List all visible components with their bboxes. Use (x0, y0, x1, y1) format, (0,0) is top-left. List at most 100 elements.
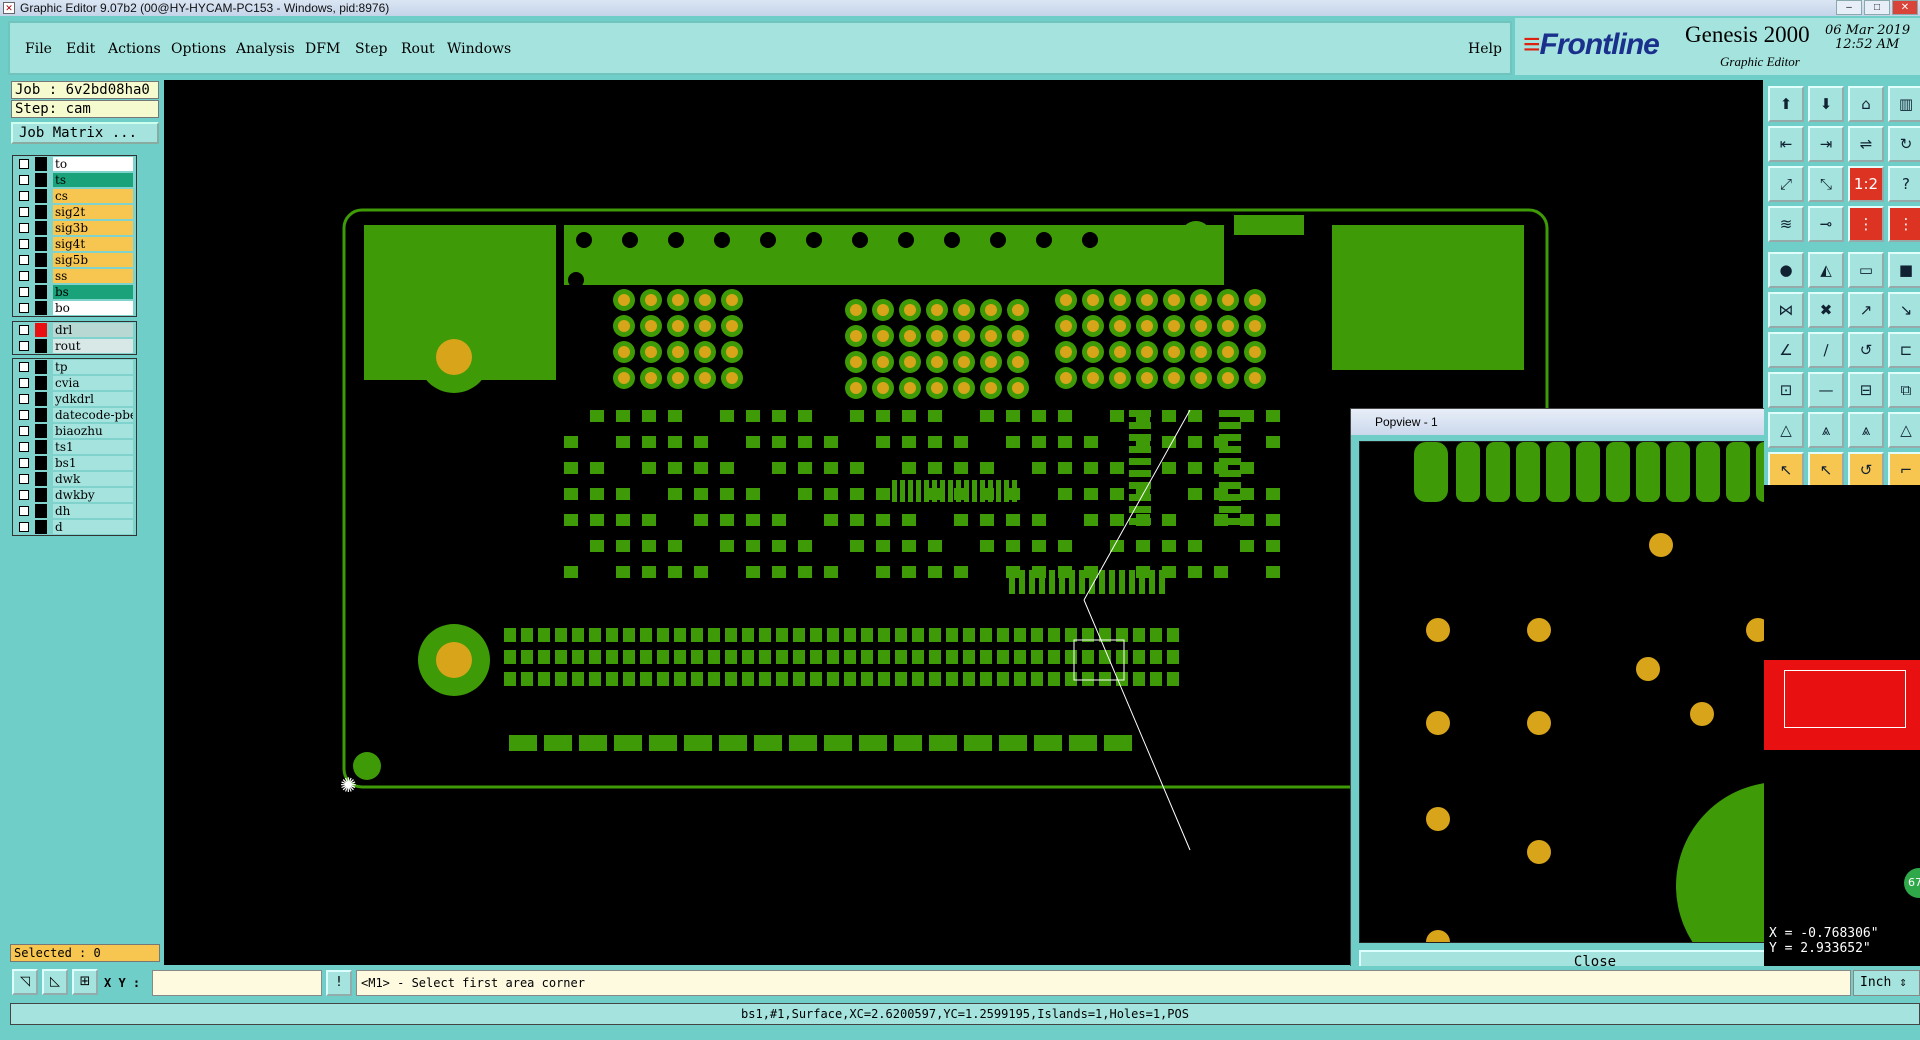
layer-row-bs[interactable]: bs (13, 284, 136, 300)
layer-row-ts1[interactable]: ts1 (13, 439, 136, 455)
tool-button-6-3[interactable]: ⊏ (1888, 332, 1920, 368)
xy-input[interactable] (152, 970, 322, 996)
tool-button-4-1[interactable]: ◭ (1808, 252, 1844, 288)
layer-name[interactable]: drl (53, 323, 133, 337)
layer-name[interactable]: dwk (53, 472, 133, 486)
layer-checkbox[interactable] (19, 207, 29, 217)
layer-checkbox[interactable] (19, 362, 29, 372)
tool-button-0-0[interactable]: ⬆ (1768, 86, 1804, 122)
layer-row-ydkdrl[interactable]: ydkdrl (13, 391, 136, 407)
layer-checkbox[interactable] (19, 442, 29, 452)
tool-button-5-3[interactable]: ↘ (1888, 292, 1920, 328)
layer-checkbox[interactable] (19, 410, 29, 420)
tool-button-1-1[interactable]: ⇥ (1808, 126, 1844, 162)
layer-checkbox[interactable] (19, 223, 29, 233)
layer-checkbox[interactable] (19, 341, 29, 351)
job-matrix-button[interactable]: Job Matrix ... (11, 122, 159, 144)
tool-button-7-1[interactable]: — (1808, 372, 1844, 408)
warning-button[interactable]: ! (326, 970, 352, 996)
window-close-button[interactable]: ✕ (1892, 0, 1918, 15)
layer-name[interactable]: cs (53, 189, 133, 203)
layer-name[interactable]: bs1 (53, 456, 133, 470)
tool-button-5-2[interactable]: ↗ (1848, 292, 1884, 328)
overview-viewport[interactable] (1764, 660, 1920, 750)
layer-row-rout[interactable]: rout (13, 338, 136, 354)
layer-row-sig5b[interactable]: sig5b (13, 252, 136, 268)
layer-checkbox[interactable] (19, 303, 29, 313)
tool-button-3-2[interactable]: ⋮ (1848, 206, 1884, 242)
tool-button-4-0[interactable]: ● (1768, 252, 1804, 288)
tool-button-8-2[interactable]: ⩓ (1848, 412, 1884, 448)
menu-options[interactable]: Options (171, 41, 226, 57)
tool-button-2-3[interactable]: ? (1888, 166, 1920, 202)
tool-button-8-1[interactable]: ⩓ (1808, 412, 1844, 448)
layer-name[interactable]: dh (53, 504, 133, 518)
layer-checkbox[interactable] (19, 506, 29, 516)
tool-button-1-3[interactable]: ↻ (1888, 126, 1920, 162)
tool-button-1-2[interactable]: ⇌ (1848, 126, 1884, 162)
layer-checkbox[interactable] (19, 474, 29, 484)
layer-row-ss[interactable]: ss (13, 268, 136, 284)
layer-name[interactable]: cvia (53, 376, 133, 390)
layer-row-bo[interactable]: bo (13, 300, 136, 316)
grid-mode-button[interactable]: ⊞ (72, 969, 98, 995)
layer-row-sig3b[interactable]: sig3b (13, 220, 136, 236)
layer-name[interactable]: sig5b (53, 253, 133, 267)
tool-button-3-3[interactable]: ⋮ (1888, 206, 1920, 242)
layer-row-bs1[interactable]: bs1 (13, 455, 136, 471)
layer-name[interactable]: sig4t (53, 237, 133, 251)
measure-mode-button[interactable]: ◺ (42, 969, 68, 995)
tool-button-3-1[interactable]: ⊸ (1808, 206, 1844, 242)
tool-button-6-1[interactable]: ∕ (1808, 332, 1844, 368)
layer-row-sig2t[interactable]: sig2t (13, 204, 136, 220)
tool-button-0-3[interactable]: ▥ (1888, 86, 1920, 122)
layer-checkbox[interactable] (19, 287, 29, 297)
layer-row-to[interactable]: to (13, 156, 136, 172)
layer-checkbox[interactable] (19, 325, 29, 335)
layer-row-dwk[interactable]: dwk (13, 471, 136, 487)
tool-button-3-0[interactable]: ≋ (1768, 206, 1804, 242)
tool-button-9-3[interactable]: ⌐ (1888, 452, 1920, 488)
tool-button-1-0[interactable]: ⇤ (1768, 126, 1804, 162)
tool-button-0-1[interactable]: ⬇ (1808, 86, 1844, 122)
layer-checkbox[interactable] (19, 271, 29, 281)
tool-button-5-1[interactable]: ✖ (1808, 292, 1844, 328)
layer-row-biaozhu[interactable]: biaozhu (13, 423, 136, 439)
layer-checkbox[interactable] (19, 175, 29, 185)
menu-dfm[interactable]: DFM (305, 41, 340, 57)
layer-name[interactable]: bo (53, 301, 133, 315)
layer-row-drl[interactable]: drl (13, 322, 136, 338)
layer-row-datecode-pbe[interactable]: datecode-pbe (13, 407, 136, 423)
menu-edit[interactable]: Edit (66, 41, 95, 57)
layer-row-cs[interactable]: cs (13, 188, 136, 204)
menu-file[interactable]: File (25, 41, 52, 57)
layer-name[interactable]: d (53, 520, 133, 534)
tool-button-8-3[interactable]: △ (1888, 412, 1920, 448)
layer-checkbox[interactable] (19, 159, 29, 169)
tool-button-2-0[interactable]: ⤢ (1768, 166, 1804, 202)
graphic-canvas[interactable]: ✺ Popview - 1 ✕ (164, 80, 1837, 980)
tool-button-7-2[interactable]: ⊟ (1848, 372, 1884, 408)
tool-button-9-1[interactable]: ↖ (1808, 452, 1844, 488)
units-select[interactable]: Inch ⇕ (1853, 970, 1920, 996)
layer-row-d[interactable]: d (13, 519, 136, 535)
layer-row-sig4t[interactable]: sig4t (13, 236, 136, 252)
layer-name[interactable]: bs (53, 285, 133, 299)
layer-checkbox[interactable] (19, 394, 29, 404)
layer-checkbox[interactable] (19, 490, 29, 500)
layer-checkbox[interactable] (19, 378, 29, 388)
tool-button-7-3[interactable]: ⧉ (1888, 372, 1920, 408)
layer-checkbox[interactable] (19, 191, 29, 201)
layer-row-dwkby[interactable]: dwkby (13, 487, 136, 503)
layer-checkbox[interactable] (19, 522, 29, 532)
layer-checkbox[interactable] (19, 239, 29, 249)
layer-name[interactable]: ydkdrl (53, 392, 133, 406)
layer-row-tp[interactable]: tp (13, 359, 136, 375)
layer-name[interactable]: biaozhu (53, 424, 133, 438)
tool-button-6-2[interactable]: ↺ (1848, 332, 1884, 368)
layer-name[interactable]: ts1 (53, 440, 133, 454)
layer-name[interactable]: sig3b (53, 221, 133, 235)
layer-row-cvia[interactable]: cvia (13, 375, 136, 391)
tool-button-2-2[interactable]: 1:2 (1848, 166, 1884, 202)
tool-button-5-0[interactable]: ⋈ (1768, 292, 1804, 328)
